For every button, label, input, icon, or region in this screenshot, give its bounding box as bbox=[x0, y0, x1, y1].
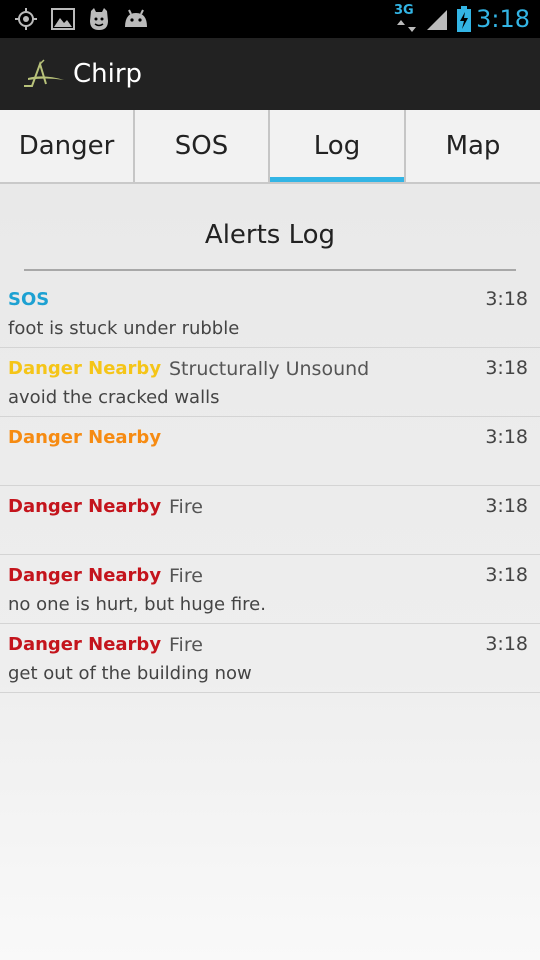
action-bar: Chirp bbox=[0, 38, 540, 111]
alert-category: Fire bbox=[169, 634, 203, 656]
divider bbox=[24, 269, 516, 271]
alert-list: SOS 3:18 foot is stuck under rubble Dang… bbox=[0, 279, 540, 693]
tab-label: Map bbox=[445, 131, 501, 161]
alert-time: 3:18 bbox=[485, 564, 528, 586]
chirp-logo-icon[interactable] bbox=[22, 56, 66, 92]
alert-type: Danger Nearby bbox=[8, 565, 162, 586]
tab-selected-indicator bbox=[270, 177, 404, 182]
alert-time: 3:18 bbox=[485, 633, 528, 655]
tab-log[interactable]: Log bbox=[270, 110, 406, 182]
alert-type: SOS bbox=[8, 289, 50, 310]
tab-label: Log bbox=[313, 131, 361, 161]
battery-charging-icon bbox=[457, 6, 471, 32]
alert-type: Danger Nearby bbox=[8, 496, 162, 517]
alert-message: foot is stuck under rubble bbox=[8, 318, 240, 339]
alert-row[interactable]: Danger Nearby Fire 3:18 get out of the b… bbox=[0, 624, 540, 693]
tab-map[interactable]: Map bbox=[406, 110, 540, 182]
page-title: Alerts Log bbox=[204, 220, 336, 250]
face-icon bbox=[90, 8, 108, 30]
alert-category: Fire bbox=[169, 565, 203, 587]
alert-category: Fire bbox=[169, 496, 203, 518]
alert-row[interactable]: Danger Nearby Fire 3:18 no one is hurt, … bbox=[0, 555, 540, 624]
gps-icon bbox=[15, 8, 37, 30]
alert-row[interactable]: Danger Nearby Structurally Unsound 3:18 … bbox=[0, 348, 540, 417]
tab-label: SOS bbox=[174, 131, 229, 161]
status-bar: 3G 3:18 bbox=[0, 0, 540, 38]
signal-icon bbox=[427, 10, 447, 30]
alert-time: 3:18 bbox=[485, 495, 528, 517]
android-icon bbox=[125, 9, 147, 27]
alert-message: no one is hurt, but huge fire. bbox=[8, 594, 266, 615]
alert-message: get out of the building now bbox=[8, 663, 252, 684]
alert-category: Structurally Unsound bbox=[169, 358, 370, 380]
tab-danger[interactable]: Danger bbox=[0, 110, 135, 182]
alert-row[interactable]: SOS 3:18 foot is stuck under rubble bbox=[0, 279, 540, 348]
alert-row[interactable]: Danger Nearby 3:18 bbox=[0, 417, 540, 486]
tab-label: Danger bbox=[18, 131, 115, 161]
tab-sos[interactable]: SOS bbox=[135, 110, 270, 182]
alert-time: 3:18 bbox=[485, 426, 528, 448]
gallery-icon bbox=[51, 8, 75, 30]
alert-type: Danger Nearby bbox=[8, 358, 162, 379]
clock: 3:18 bbox=[476, 5, 530, 33]
alert-type: Danger Nearby bbox=[8, 634, 162, 655]
network-3g-icon: 3G bbox=[394, 3, 420, 35]
alert-message: avoid the cracked walls bbox=[8, 387, 220, 408]
alert-row[interactable]: Danger Nearby Fire 3:18 bbox=[0, 486, 540, 555]
tab-bar: Danger SOS Log Map bbox=[0, 110, 540, 184]
alert-time: 3:18 bbox=[485, 357, 528, 379]
alert-time: 3:18 bbox=[485, 288, 528, 310]
app-title: Chirp bbox=[73, 59, 143, 89]
alert-type: Danger Nearby bbox=[8, 427, 162, 448]
